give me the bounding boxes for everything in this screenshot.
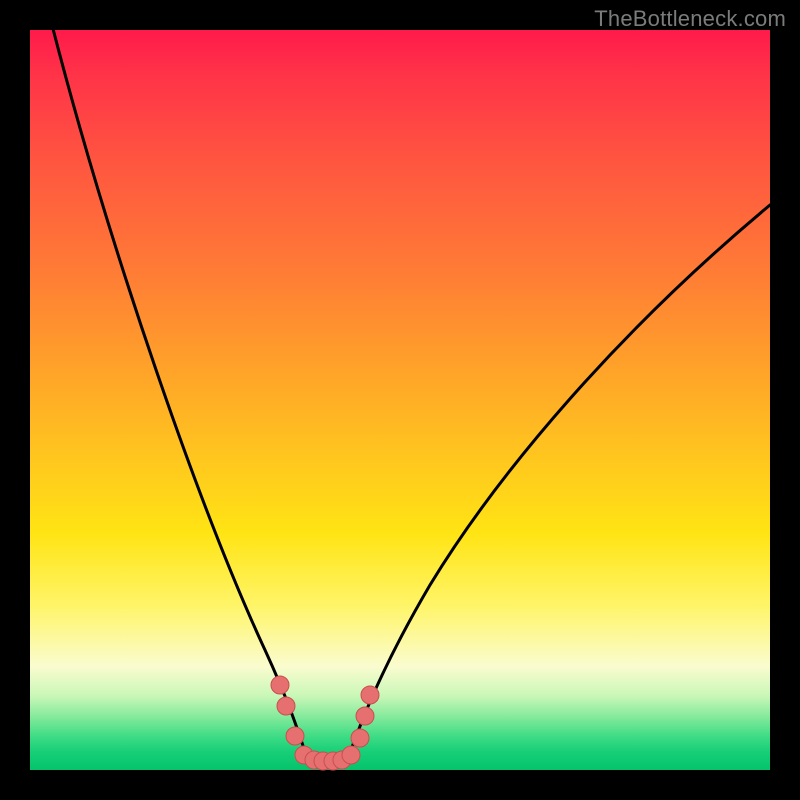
marker-dot [271, 676, 289, 694]
marker-dot [351, 729, 369, 747]
curves-svg [30, 30, 770, 770]
right-branch-curve [348, 205, 770, 758]
marker-dot [342, 746, 360, 764]
watermark-text: TheBottleneck.com [594, 6, 786, 32]
marker-dot [361, 686, 379, 704]
left-branch-curve [52, 25, 307, 758]
marker-dot [286, 727, 304, 745]
plot-area [30, 30, 770, 770]
valley-markers [271, 676, 379, 770]
chart-frame: TheBottleneck.com [0, 0, 800, 800]
marker-dot [277, 697, 295, 715]
marker-dot [356, 707, 374, 725]
